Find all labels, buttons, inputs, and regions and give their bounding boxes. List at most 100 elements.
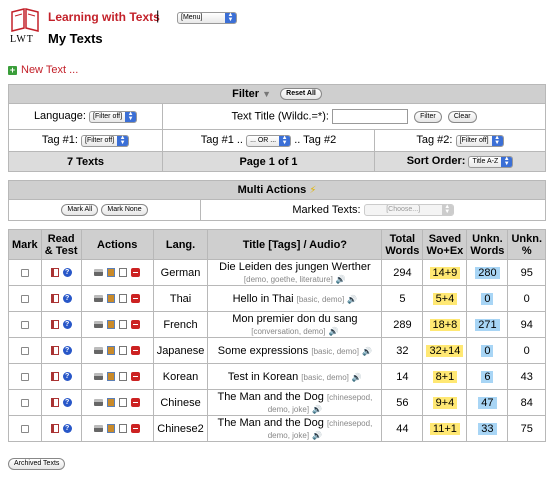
archive-icon[interactable] bbox=[107, 320, 116, 330]
archive-icon[interactable] bbox=[107, 294, 116, 304]
saved-count[interactable]: 32+14 bbox=[426, 344, 464, 357]
marked-texts-select[interactable]: [Choose...] ▲ ▼ bbox=[363, 204, 454, 217]
saved-count[interactable]: 5+4 bbox=[432, 292, 458, 305]
edit-document-icon[interactable] bbox=[119, 320, 128, 330]
delete-icon[interactable] bbox=[131, 268, 141, 278]
test-question-icon[interactable]: ? bbox=[62, 398, 72, 408]
unknown-count[interactable]: 33 bbox=[478, 422, 497, 435]
new-text-link[interactable]: + New Text ... bbox=[8, 64, 78, 76]
language-select[interactable]: [Filter off] ▲ ▼ bbox=[89, 110, 138, 123]
saved-cell: 32+14 bbox=[422, 337, 468, 364]
archived-texts-button[interactable]: Archived Texts bbox=[8, 458, 66, 470]
saved-count[interactable]: 8+1 bbox=[432, 370, 458, 383]
app-title[interactable]: Learning with Texts bbox=[48, 10, 160, 24]
archive-icon[interactable] bbox=[107, 372, 116, 382]
archive-icon[interactable] bbox=[107, 346, 116, 356]
edit-document-icon[interactable] bbox=[119, 398, 128, 408]
archive-icon[interactable] bbox=[107, 424, 116, 434]
unknown-count[interactable]: 47 bbox=[478, 396, 497, 409]
lwt-logo[interactable]: LWT bbox=[8, 6, 42, 46]
row-checkbox[interactable] bbox=[20, 346, 29, 355]
test-question-icon[interactable]: ? bbox=[62, 346, 72, 356]
row-checkbox[interactable] bbox=[20, 268, 29, 277]
read-book-icon[interactable] bbox=[50, 372, 59, 382]
print-icon[interactable] bbox=[94, 295, 104, 303]
unknown-count[interactable]: 271 bbox=[475, 318, 500, 331]
edit-document-icon[interactable] bbox=[119, 346, 128, 356]
read-book-icon[interactable] bbox=[50, 398, 59, 408]
select-arrows-icon: ▲ ▼ bbox=[225, 12, 236, 24]
audio-icon: 🔊 bbox=[335, 274, 346, 284]
col-unkn-pct: Unkn.% bbox=[507, 229, 546, 260]
unknown-cell: 271 bbox=[466, 311, 509, 338]
texts-header-row: Mark Read & Test Actions Lang. Title [Tag… bbox=[8, 229, 546, 260]
saved-count[interactable]: 14+9 bbox=[429, 266, 461, 279]
multi-actions-title: Multi Actions bbox=[237, 184, 307, 196]
saved-count[interactable]: 11+1 bbox=[429, 422, 460, 435]
reset-all-button[interactable]: Reset All bbox=[280, 88, 322, 101]
menu-select[interactable]: [Menu] ▲ ▼ bbox=[177, 12, 237, 25]
test-question-icon[interactable]: ? bbox=[62, 424, 72, 434]
delete-icon[interactable] bbox=[131, 320, 141, 330]
mark-none-button[interactable]: Mark None bbox=[101, 204, 148, 217]
row-checkbox[interactable] bbox=[20, 294, 29, 303]
print-icon[interactable] bbox=[94, 399, 104, 407]
col-title[interactable]: Title [Tags] / Audio? bbox=[207, 229, 383, 260]
unknown-cell: 0 bbox=[466, 337, 509, 364]
clear-button[interactable]: Clear bbox=[447, 110, 477, 123]
test-question-icon[interactable]: ? bbox=[62, 268, 72, 278]
delete-icon[interactable] bbox=[131, 346, 141, 356]
unknown-count[interactable]: 6 bbox=[481, 370, 494, 383]
read-book-icon[interactable] bbox=[50, 294, 59, 304]
saved-count[interactable]: 18+8 bbox=[429, 318, 461, 331]
unknown-count[interactable]: 0 bbox=[481, 292, 494, 305]
title-filter-cell: Text Title (Wildc.=*): Filter Clear bbox=[162, 103, 546, 130]
delete-icon[interactable] bbox=[131, 372, 141, 382]
edit-document-icon[interactable] bbox=[119, 268, 128, 278]
tag2-select[interactable]: [Filter off] ▲ ▼ bbox=[455, 134, 504, 147]
row-checkbox[interactable] bbox=[20, 320, 29, 329]
delete-icon[interactable] bbox=[131, 294, 141, 304]
unknown-pct-cell: 75 bbox=[507, 415, 546, 442]
select-arrows-icon: ▲ ▼ bbox=[501, 156, 513, 167]
delete-icon[interactable] bbox=[131, 424, 141, 434]
title-filter-label: Text Title (Wildc.=*): bbox=[231, 110, 329, 123]
col-total: Total Words bbox=[381, 229, 424, 260]
test-question-icon[interactable]: ? bbox=[62, 372, 72, 382]
sort-label: Sort Order: bbox=[406, 155, 466, 168]
sort-select[interactable]: Title A-Z ▲ ▼ bbox=[468, 155, 514, 168]
read-book-icon[interactable] bbox=[50, 424, 59, 434]
archive-icon[interactable] bbox=[107, 268, 116, 278]
archive-icon[interactable] bbox=[107, 398, 116, 408]
saved-count[interactable]: 9+4 bbox=[432, 396, 458, 409]
print-icon[interactable] bbox=[94, 373, 104, 381]
edit-document-icon[interactable] bbox=[119, 372, 128, 382]
tag-operator-cell: Tag #1 .. ... OR ... ▲ ▼ .. Tag #2 bbox=[162, 129, 375, 152]
print-icon[interactable] bbox=[94, 269, 104, 277]
title-filter-input[interactable] bbox=[332, 109, 408, 124]
print-icon[interactable] bbox=[94, 347, 104, 355]
delete-icon[interactable] bbox=[131, 398, 141, 408]
col-lang[interactable]: Lang. bbox=[152, 229, 209, 260]
edit-document-icon[interactable] bbox=[119, 424, 128, 434]
read-book-icon[interactable] bbox=[50, 320, 59, 330]
row-checkbox[interactable] bbox=[20, 424, 29, 433]
mark-all-button[interactable]: Mark All bbox=[61, 204, 99, 217]
row-checkbox[interactable] bbox=[20, 372, 29, 381]
test-question-icon[interactable]: ? bbox=[62, 294, 72, 304]
read-book-icon[interactable] bbox=[50, 268, 59, 278]
unknown-count[interactable]: 280 bbox=[475, 266, 500, 279]
test-question-icon[interactable]: ? bbox=[62, 320, 72, 330]
row-checkbox[interactable] bbox=[20, 398, 29, 407]
read-book-icon[interactable] bbox=[50, 346, 59, 356]
print-icon[interactable] bbox=[94, 425, 104, 433]
filter-button[interactable]: Filter bbox=[414, 110, 442, 123]
tag1-select[interactable]: [Filter off] ▲ ▼ bbox=[81, 134, 130, 147]
tag-operator-select[interactable]: ... OR ... ▲ ▼ bbox=[246, 134, 292, 147]
unknown-count[interactable]: 0 bbox=[481, 344, 494, 357]
texts-count: 7 Texts bbox=[8, 151, 163, 172]
col-read-test[interactable]: Read & Test bbox=[40, 229, 82, 260]
edit-document-icon[interactable] bbox=[119, 294, 128, 304]
table-row: ? Chinese The Man and the Dog [chinesepod,… bbox=[8, 389, 546, 416]
print-icon[interactable] bbox=[94, 321, 104, 329]
